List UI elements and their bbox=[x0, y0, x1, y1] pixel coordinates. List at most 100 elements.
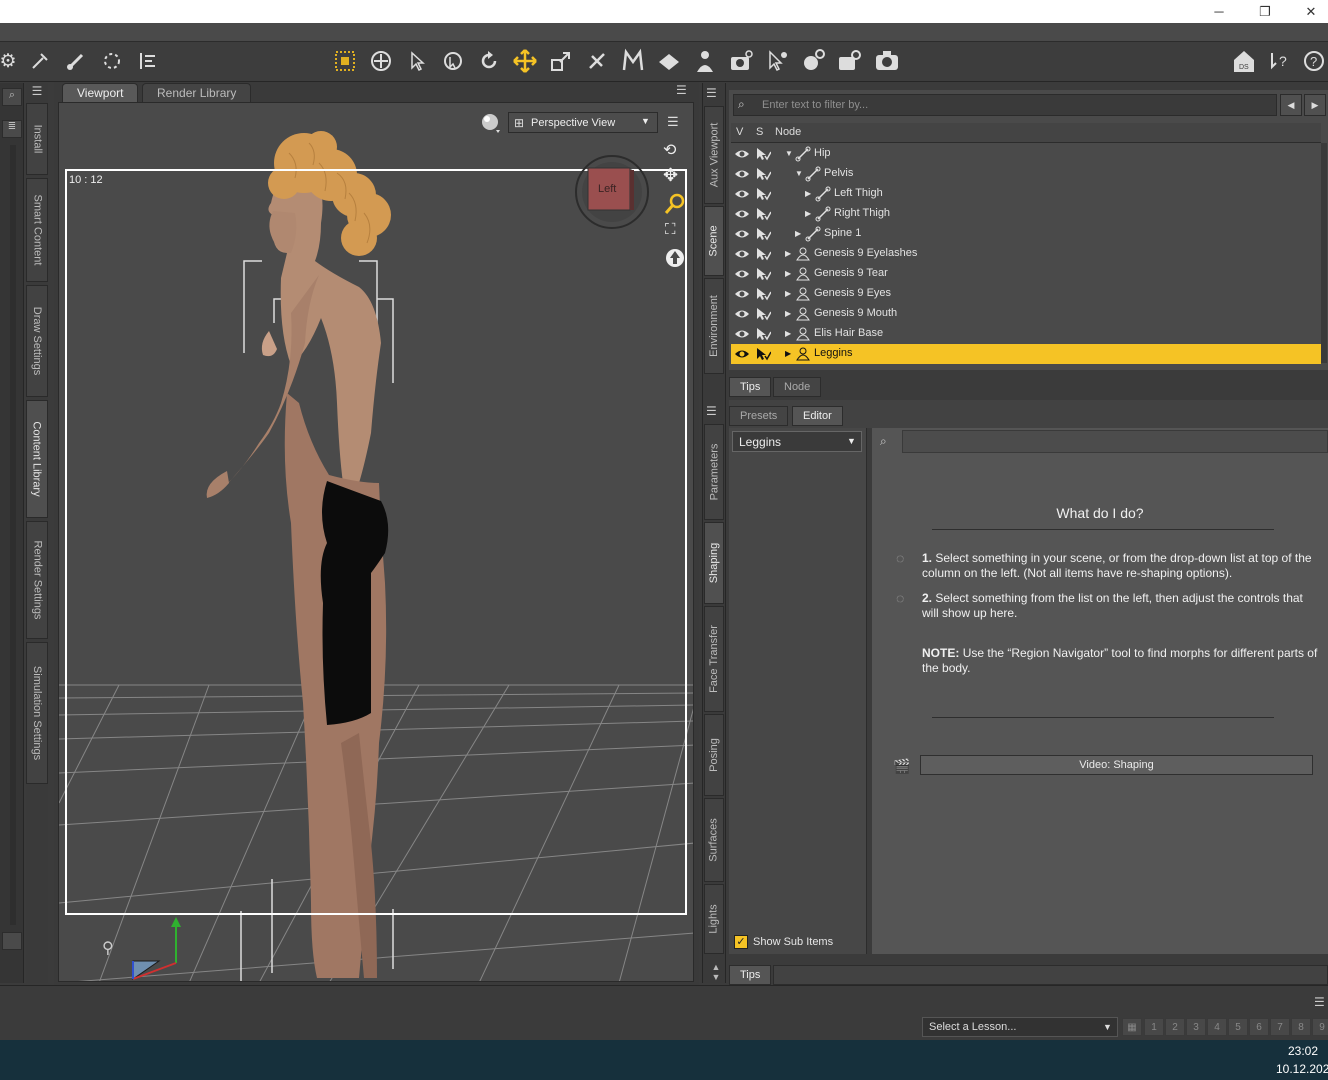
scene-node-row[interactable]: ▶ Right Thigh bbox=[731, 204, 1321, 224]
lesson-page-button[interactable]: 9 bbox=[1312, 1018, 1328, 1036]
scene-node-row[interactable]: ▶ Elis Hair Base bbox=[731, 324, 1321, 344]
scene-node-row[interactable]: ▶ Genesis 9 Eyelashes bbox=[731, 244, 1321, 264]
scene-filter-input[interactable]: Enter text to filter by... bbox=[733, 94, 1277, 116]
visibility-eye-icon[interactable] bbox=[734, 307, 750, 321]
clock-date[interactable]: 10.12.2024 bbox=[1276, 1062, 1328, 1076]
expand-arrow-icon[interactable]: ▶ bbox=[795, 229, 801, 238]
tab-shaping[interactable]: Shaping bbox=[704, 522, 724, 604]
scene-node-row[interactable]: ▶ Genesis 9 Eyes bbox=[731, 284, 1321, 304]
figure-widget-icon[interactable]: ⚲ bbox=[102, 938, 114, 958]
scene-node-row[interactable]: ▶ Leggins bbox=[731, 344, 1321, 364]
visibility-eye-icon[interactable] bbox=[734, 147, 750, 161]
shaping-pane-menu-icon[interactable]: ☰ bbox=[706, 404, 717, 418]
scene-node-row[interactable]: ▼ Hip bbox=[731, 144, 1321, 164]
lesson-page-button[interactable]: 5 bbox=[1228, 1018, 1248, 1036]
drawstyle-sphere-icon[interactable] bbox=[480, 112, 502, 134]
universal-tool-icon[interactable] bbox=[367, 47, 395, 75]
translate-tool-icon[interactable] bbox=[511, 47, 539, 75]
selectable-cursor-icon[interactable] bbox=[755, 167, 771, 181]
selectable-cursor-icon[interactable] bbox=[755, 267, 771, 281]
frame-icon[interactable]: ⛶ bbox=[665, 221, 676, 238]
next-arrow-icon[interactable]: ▶ bbox=[1304, 94, 1326, 116]
lesson-page-button[interactable]: 6 bbox=[1249, 1018, 1269, 1036]
expand-arrow-icon[interactable]: ▶ bbox=[805, 189, 811, 198]
selectable-cursor-icon[interactable] bbox=[755, 227, 771, 241]
selectable-cursor-icon[interactable] bbox=[755, 247, 771, 261]
tab-install[interactable]: Install bbox=[26, 103, 48, 175]
pan-icon[interactable]: ✥ bbox=[663, 165, 678, 186]
camera-tool-icon[interactable] bbox=[727, 47, 755, 75]
shaping-item-select[interactable]: Leggins ▼ bbox=[732, 431, 862, 452]
tab-tips-bottom[interactable]: Tips bbox=[729, 965, 772, 985]
scene-scrollbar[interactable] bbox=[1321, 143, 1327, 363]
scene-node-row[interactable]: ▶ Left Thigh bbox=[731, 184, 1321, 204]
selectable-cursor-icon[interactable] bbox=[755, 347, 771, 361]
visibility-eye-icon[interactable] bbox=[734, 167, 750, 181]
visibility-eye-icon[interactable] bbox=[734, 267, 750, 281]
visibility-eye-icon[interactable] bbox=[734, 207, 750, 221]
list-view-icon[interactable]: ≣ bbox=[2, 120, 22, 138]
selectable-cursor-icon[interactable] bbox=[755, 327, 771, 341]
search-icon[interactable]: ⌕ bbox=[2, 88, 22, 106]
tab-aux-viewport[interactable]: Aux Viewport bbox=[704, 106, 724, 204]
page-icon[interactable] bbox=[2, 932, 22, 950]
visibility-eye-icon[interactable] bbox=[734, 247, 750, 261]
scene-node-row[interactable]: ▶ Genesis 9 Tear bbox=[731, 264, 1321, 284]
tab-render-library[interactable]: Render Library bbox=[142, 83, 252, 102]
panel-menu-icon[interactable]: ☰ bbox=[28, 84, 46, 100]
align-icon[interactable] bbox=[134, 47, 162, 75]
morph-tool-icon[interactable] bbox=[619, 47, 647, 75]
scene-node-row[interactable]: ▶ Genesis 9 Mouth bbox=[731, 304, 1321, 324]
render-icon[interactable] bbox=[873, 47, 901, 75]
selectable-cursor-icon[interactable] bbox=[755, 307, 771, 321]
lesson-film-icon[interactable]: ▦ bbox=[1122, 1018, 1142, 1036]
select-tool-icon[interactable] bbox=[403, 47, 431, 75]
left-scrollbar[interactable] bbox=[10, 145, 16, 925]
tab-content-library[interactable]: Content Library bbox=[26, 400, 48, 518]
reset-view-icon[interactable] bbox=[664, 247, 686, 272]
pipette-icon[interactable] bbox=[26, 47, 54, 75]
lesson-page-button[interactable]: 8 bbox=[1291, 1018, 1311, 1036]
scale-tool-icon[interactable] bbox=[547, 47, 575, 75]
tab-surfaces[interactable]: Surfaces bbox=[704, 798, 724, 882]
surface-tool-icon[interactable] bbox=[655, 47, 683, 75]
minimize-button[interactable]: ─ bbox=[1196, 0, 1242, 23]
tab-posing[interactable]: Posing bbox=[704, 714, 724, 796]
expand-arrow-icon[interactable]: ▶ bbox=[805, 209, 811, 218]
column-node[interactable]: Node bbox=[775, 126, 801, 138]
tab-render-settings[interactable]: Render Settings bbox=[26, 521, 48, 639]
tab-scene[interactable]: Scene bbox=[704, 206, 724, 276]
tab-node[interactable]: Node bbox=[773, 377, 822, 397]
scene-pane-menu-icon[interactable]: ☰ bbox=[706, 86, 717, 100]
video-shaping-button[interactable]: Video: Shaping bbox=[920, 755, 1313, 775]
camera-select[interactable]: Perspective View ⊞ ▼ bbox=[508, 112, 658, 133]
expand-arrow-icon[interactable]: ▶ bbox=[785, 349, 791, 358]
joint-tool-icon[interactable] bbox=[98, 47, 126, 75]
visibility-eye-icon[interactable] bbox=[734, 347, 750, 361]
visibility-eye-icon[interactable] bbox=[734, 287, 750, 301]
selectable-cursor-icon[interactable] bbox=[755, 187, 771, 201]
tab-parameters[interactable]: Parameters bbox=[704, 424, 724, 520]
lesson-menu-icon[interactable]: ☰ bbox=[1314, 995, 1325, 1009]
expand-arrow-icon[interactable]: ▶ bbox=[785, 269, 791, 278]
expand-arrow-icon[interactable]: ▶ bbox=[785, 289, 791, 298]
prev-arrow-icon[interactable]: ◀ bbox=[1280, 94, 1302, 116]
render-settings-icon[interactable] bbox=[799, 47, 827, 75]
rotate-tool-icon[interactable] bbox=[475, 47, 503, 75]
tab-viewport[interactable]: Viewport bbox=[62, 83, 139, 102]
scene-node-row[interactable]: ▼ Pelvis bbox=[731, 164, 1321, 184]
tab-presets[interactable]: Presets bbox=[729, 406, 789, 426]
zoom-icon[interactable] bbox=[663, 192, 687, 219]
tab-smart-content[interactable]: Smart Content bbox=[26, 178, 48, 282]
expand-arrow-icon[interactable]: ▶ bbox=[785, 309, 791, 318]
lesson-page-button[interactable]: 1 bbox=[1144, 1018, 1164, 1036]
expand-arrow-icon[interactable]: ▶ bbox=[785, 249, 791, 258]
scene-node-row[interactable]: ▶ Spine 1 bbox=[731, 224, 1321, 244]
region-navigator-icon[interactable] bbox=[439, 47, 467, 75]
tab-simulation-settings[interactable]: Simulation Settings bbox=[26, 642, 48, 784]
show-sub-items-checkbox[interactable]: ✓ bbox=[734, 935, 748, 949]
shaping-filter-input[interactable] bbox=[902, 430, 1328, 453]
viewport-menu-icon[interactable]: ☰ bbox=[676, 83, 694, 99]
lesson-page-button[interactable]: 3 bbox=[1186, 1018, 1206, 1036]
tab-tips[interactable]: Tips bbox=[729, 377, 772, 397]
